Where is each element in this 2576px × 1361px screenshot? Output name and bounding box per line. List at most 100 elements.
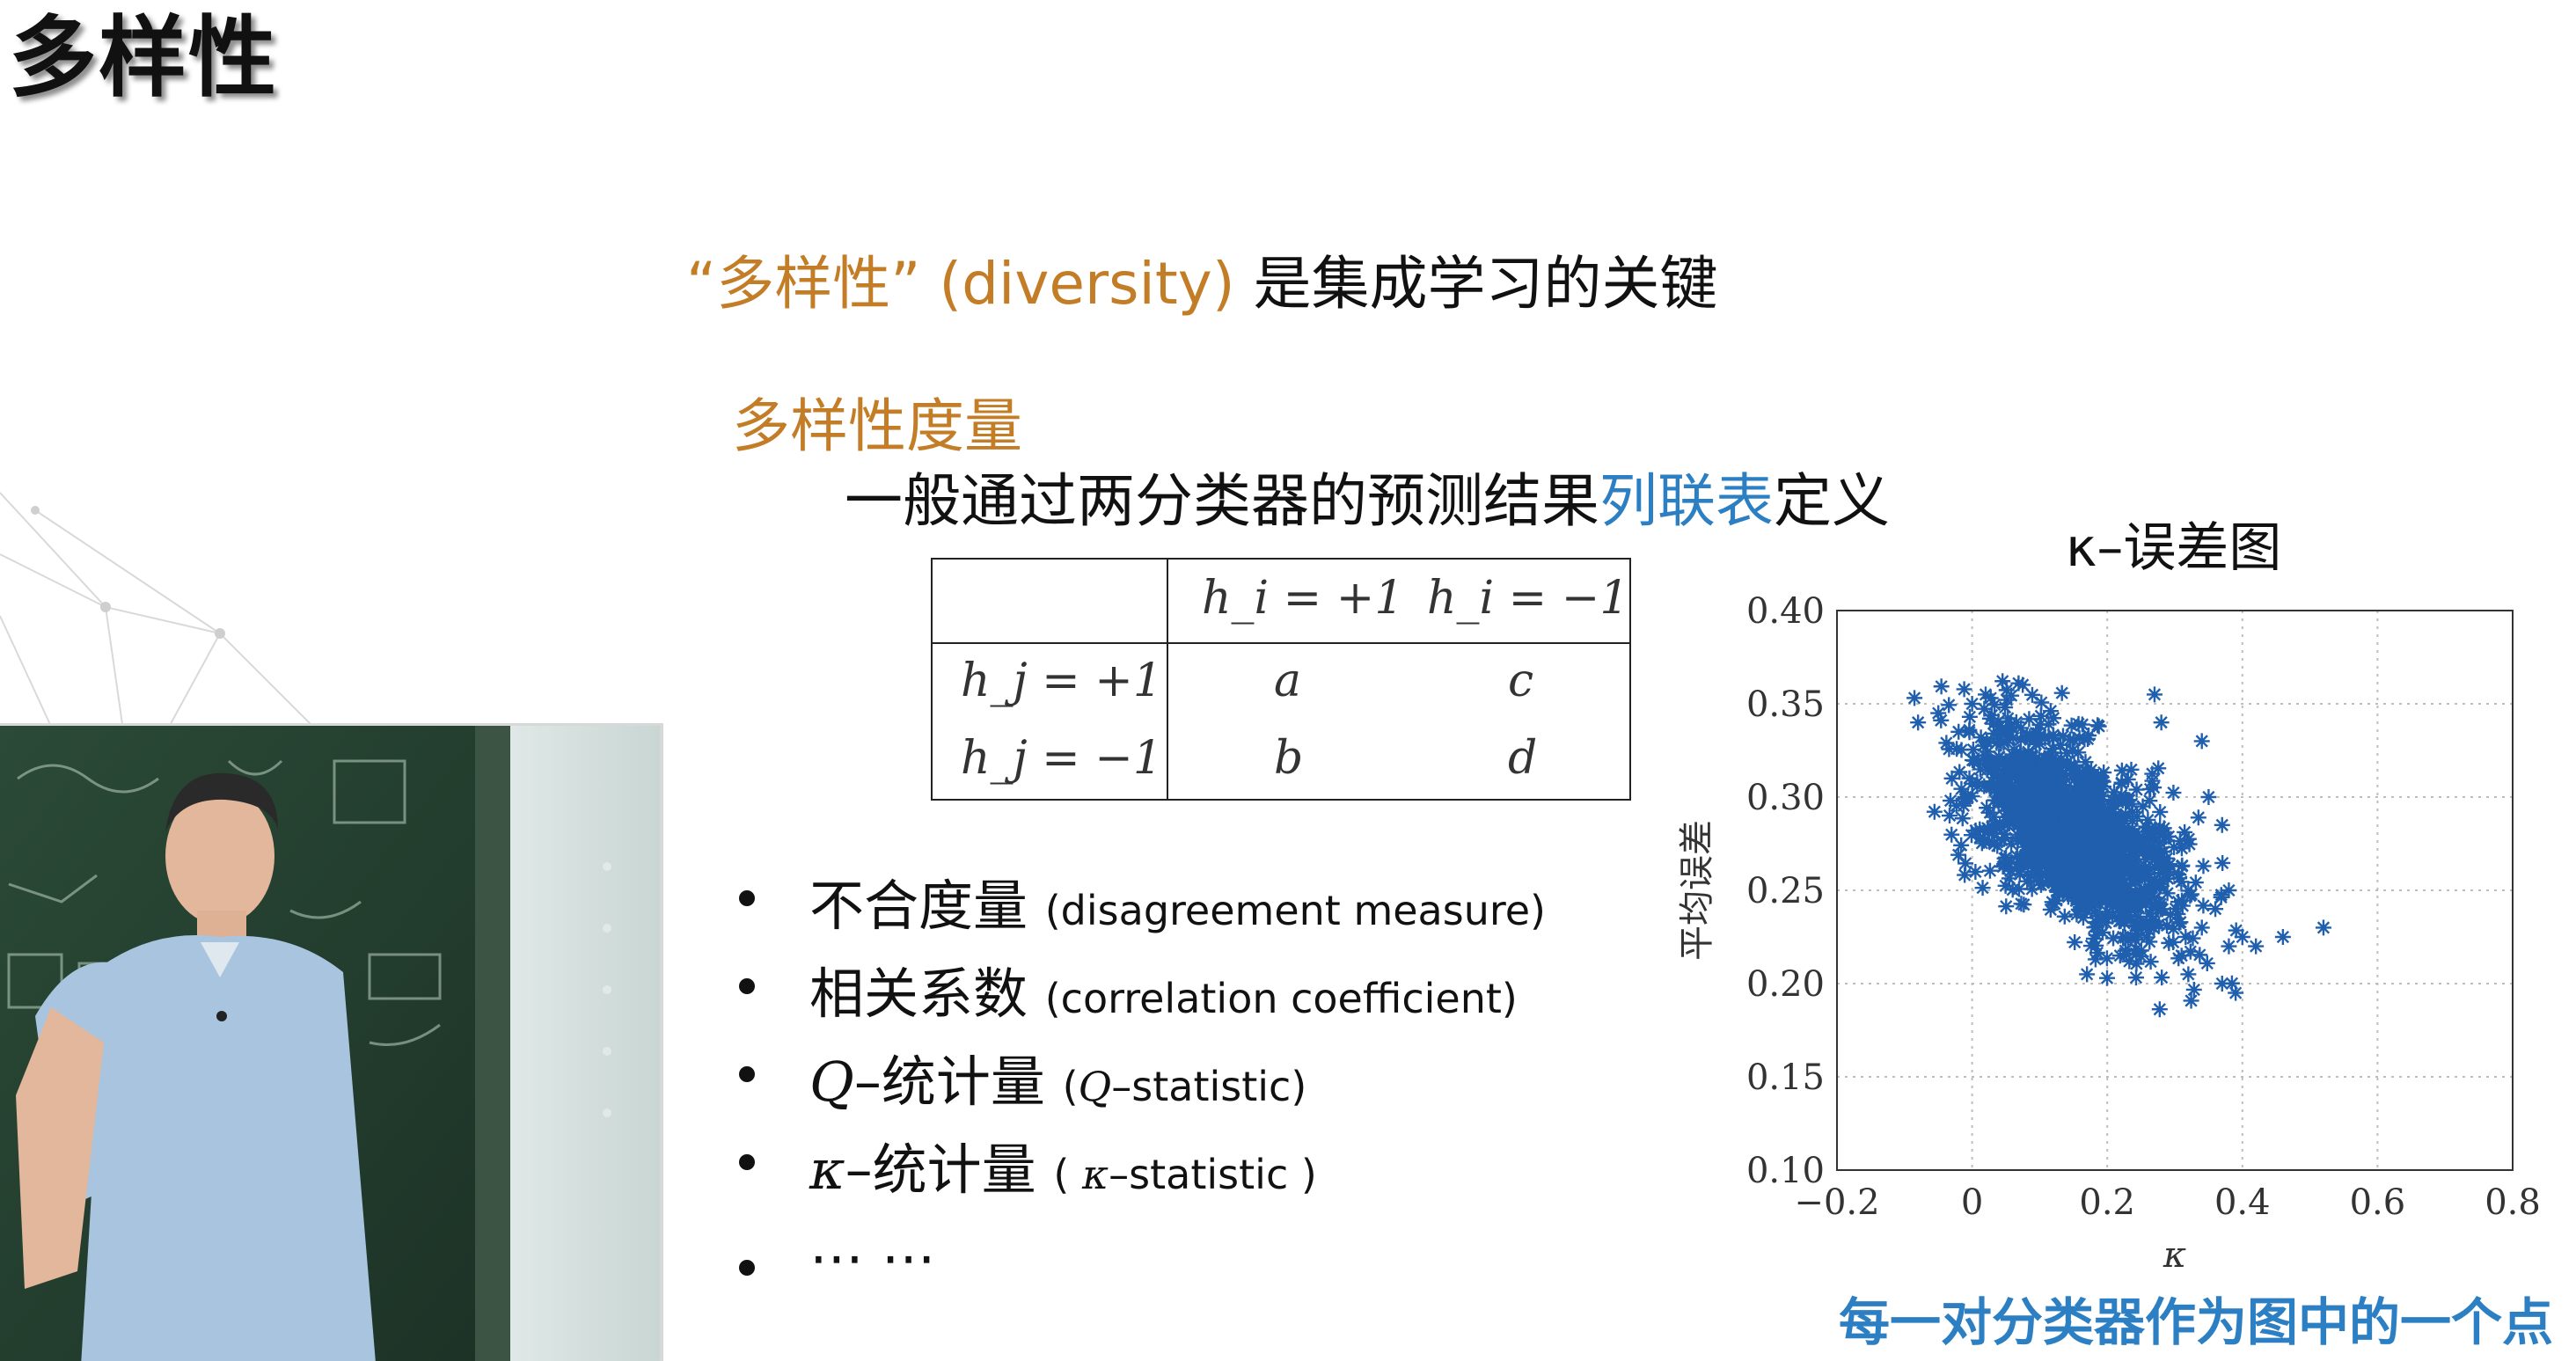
- table-divider-horizontal: [933, 642, 1629, 644]
- y-tick-label: 0.30: [1746, 778, 1825, 818]
- data-point: [2315, 919, 2331, 936]
- headline-rest: 是集成学习的关键: [1253, 250, 1718, 318]
- y-tick-label: 0.25: [1746, 871, 1825, 911]
- data-point: [2193, 733, 2210, 750]
- x-tick-label: 0.4: [2214, 1182, 2271, 1223]
- data-point: [2195, 858, 2212, 874]
- data-point: [2016, 896, 2032, 913]
- data-point: [1974, 880, 1991, 896]
- y-tick-label: 0.40: [1746, 591, 1825, 632]
- measure-cn: 不合度量: [809, 874, 1028, 938]
- headline: “多样性” (diversity) 是集成学习的关键: [686, 245, 1718, 324]
- data-point: [1943, 826, 1960, 843]
- definition-after: 定义: [1774, 467, 1890, 535]
- definition-highlight: 列联表: [1599, 467, 1774, 535]
- data-point: [1933, 678, 1950, 695]
- data-point: [1956, 681, 1972, 698]
- data-point: [1941, 697, 1958, 713]
- measure-en: –statistic): [1111, 1063, 1307, 1110]
- kappa-error-scatter: −0.2 0 0.2 0.4 0.6 0.80.100.150.200.250.300.3…: [1677, 591, 2541, 1276]
- y-tick-label: 0.35: [1746, 684, 1825, 725]
- definition-before: 一般通过两分类器的预测结果: [845, 467, 1599, 535]
- data-point: [2099, 970, 2115, 986]
- data-point: [2067, 934, 2083, 951]
- x-tick-label: 0: [1961, 1182, 1983, 1223]
- data-point: [2193, 919, 2210, 936]
- bullet-dot: [739, 1066, 755, 1082]
- headline-term: “多样性”: [686, 250, 921, 318]
- bullet-dot: [739, 1260, 755, 1276]
- data-point: [1942, 808, 1958, 824]
- measure-en-symbol: κ: [1081, 1151, 1109, 1198]
- col-header-2: h_i = −1: [1427, 572, 1629, 625]
- data-point: [2180, 966, 2197, 983]
- measure-en: (disagreement measure): [1044, 887, 1547, 934]
- x-tick-label: 0.8: [2485, 1182, 2541, 1223]
- data-point: [1950, 846, 1967, 863]
- data-point: [2195, 897, 2212, 914]
- y-tick-label: 0.20: [1746, 964, 1825, 1005]
- data-point: [1979, 800, 1995, 816]
- bullet-dot: [739, 890, 755, 906]
- data-point: [2221, 938, 2237, 955]
- table-divider-vertical: [1167, 560, 1168, 799]
- x-tick-label: 0.6: [2350, 1182, 2406, 1223]
- cell-c: c: [1508, 655, 1534, 707]
- data-point: [1981, 862, 1998, 879]
- data-point: [2056, 908, 2073, 925]
- data-point: [2274, 929, 2291, 945]
- cell-a: a: [1274, 655, 1302, 707]
- data-point: [2146, 779, 2163, 796]
- subheading: 多样性度量: [732, 392, 1022, 460]
- contingency-table: h_i = +1 h_i = −1 h_j = +1 a c h_j = −1 …: [931, 558, 1631, 801]
- measure-ellipsis: ⋯ ⋯: [809, 1226, 936, 1290]
- slide-title: 多样性: [9, 6, 278, 109]
- y-axis-label: 平均误差: [1677, 820, 1717, 961]
- data-point: [2079, 966, 2096, 983]
- measure-cn: 相关系数: [809, 962, 1028, 1026]
- chart-title: κ–误差图: [2066, 517, 2282, 579]
- lecturer-video: [0, 723, 663, 1361]
- data-point: [2151, 1001, 2168, 1018]
- data-point: [2190, 809, 2206, 826]
- data-point: [1998, 898, 2015, 915]
- chart-caption: 每一对分类器作为图中的一个点: [1839, 1292, 2554, 1352]
- lecturer-video-frame: [0, 726, 660, 1361]
- data-point: [2153, 714, 2170, 731]
- x-tick-label: 0.2: [2079, 1182, 2135, 1223]
- cell-d: d: [1508, 732, 1538, 785]
- data-point: [2053, 684, 2070, 701]
- data-point: [1930, 705, 1947, 721]
- y-tick-label: 0.15: [1746, 1057, 1825, 1098]
- x-axis-label: κ: [2163, 1235, 2186, 1276]
- data-point: [2146, 686, 2163, 703]
- data-point: [2214, 854, 2231, 871]
- data-point: [2248, 938, 2265, 955]
- bullet-dot: [739, 978, 755, 994]
- data-point: [1910, 714, 1927, 731]
- data-point: [2177, 928, 2194, 945]
- data-point: [2214, 816, 2230, 833]
- network-decoration: [0, 492, 321, 735]
- measure-symbol: κ: [809, 1138, 845, 1202]
- measure-en: (correlation coefficient): [1044, 975, 1518, 1022]
- headline-english: (diversity): [939, 250, 1235, 318]
- row-label-2: h_j = −1: [961, 732, 1162, 785]
- data-point: [1957, 867, 1973, 883]
- data-point: [2165, 785, 2182, 801]
- data-point: [2228, 984, 2244, 1001]
- row-label-1: h_j = +1: [961, 655, 1162, 707]
- data-point: [1961, 708, 1978, 725]
- data-point: [2140, 811, 2156, 828]
- measure-en: –statistic ): [1109, 1151, 1317, 1198]
- measure-en-symbol: Q: [1078, 1063, 1112, 1110]
- bullet-dot: [739, 1154, 755, 1170]
- measure-symbol: Q: [809, 1050, 854, 1114]
- data-point: [1906, 690, 1923, 706]
- data-point: [2183, 992, 2199, 1009]
- measure-cn: –统计量: [853, 1050, 1045, 1114]
- data-point: [1926, 803, 1943, 820]
- cell-b: b: [1274, 732, 1304, 785]
- data-point: [1967, 863, 1984, 880]
- measure-cn: –统计量: [845, 1138, 1036, 1202]
